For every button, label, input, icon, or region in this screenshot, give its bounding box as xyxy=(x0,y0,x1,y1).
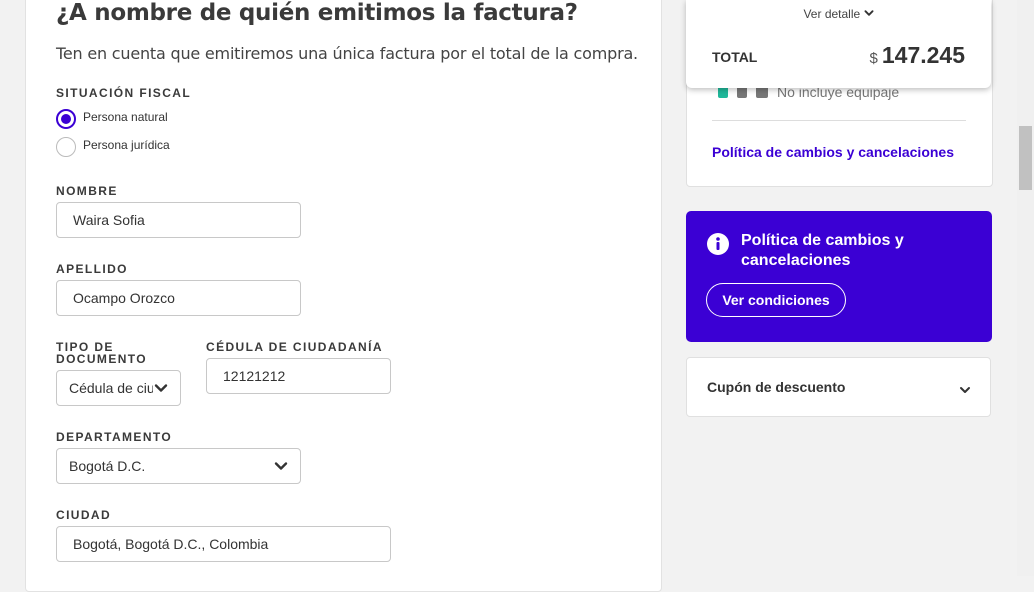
policy-card-title: Política de cambios y cancelaciones xyxy=(741,232,904,269)
coupon-label: Cupón de descuento xyxy=(707,379,846,395)
total-label: TOTAL xyxy=(712,49,758,65)
total-box: Ver detalle TOTAL $ 147.245 xyxy=(686,0,991,88)
chevron-down-icon xyxy=(274,462,288,470)
policy-link[interactable]: Política de cambios y cancelaciones xyxy=(712,144,954,160)
chevron-down-icon xyxy=(864,10,874,16)
invoice-form-subtitle: Ten en cuenta que emitiremos una única f… xyxy=(56,44,638,63)
ver-detalle-label: Ver detalle xyxy=(803,7,861,21)
total-value: 147.245 xyxy=(881,42,965,68)
ver-condiciones-button[interactable]: Ver condiciones xyxy=(706,283,846,317)
summary-divider xyxy=(712,120,966,121)
invoice-form-title: ¿A nombre de quién emitimos la factura? xyxy=(56,0,578,26)
departamento-value: Bogotá D.C. xyxy=(69,458,146,474)
coupon-accordion[interactable]: Cupón de descuento xyxy=(686,357,991,417)
fiscal-situation-label: SITUACIÓN FISCAL xyxy=(56,86,192,100)
radio-selected-indicator[interactable] xyxy=(56,109,76,129)
currency-symbol: $ xyxy=(869,50,878,67)
nombre-label: NOMBRE xyxy=(56,184,118,198)
tipo-documento-select[interactable]: Cédula de ciudadanía xyxy=(56,370,181,406)
apellido-input[interactable]: Ocampo Orozco xyxy=(56,280,301,316)
radio-persona-natural[interactable]: Persona natural xyxy=(56,109,168,129)
ciudad-label: CIUDAD xyxy=(56,508,112,522)
tipo-documento-label: TIPO DE DOCUMENTO xyxy=(56,340,148,366)
radio-label: Persona jurídica xyxy=(83,138,170,152)
scrollbar-thumb[interactable] xyxy=(1019,126,1032,190)
apellido-label: APELLIDO xyxy=(56,262,128,276)
chevron-down-icon xyxy=(960,387,970,393)
policy-card: Política de cambios y cancelaciones Ver … xyxy=(686,211,992,342)
chevron-down-icon xyxy=(154,384,168,392)
info-icon xyxy=(707,233,729,255)
departamento-select[interactable]: Bogotá D.C. xyxy=(56,448,301,484)
tipo-documento-value: Cédula de ciudadanía xyxy=(69,380,153,396)
cedula-label: CÉDULA DE CIUDADANÍA xyxy=(206,340,383,354)
departamento-label: DEPARTAMENTO xyxy=(56,430,173,444)
scrollbar-track[interactable] xyxy=(1017,0,1034,576)
cedula-input[interactable]: 12121212 xyxy=(206,358,391,394)
radio-unselected-indicator[interactable] xyxy=(56,137,76,157)
radio-label: Persona natural xyxy=(83,110,168,124)
radio-persona-juridica[interactable]: Persona jurídica xyxy=(56,137,170,157)
ciudad-input[interactable]: Bogotá, Bogotá D.C., Colombia xyxy=(56,526,391,562)
ver-detalle-link[interactable]: Ver detalle xyxy=(686,7,991,21)
nombre-input[interactable]: Waira Sofia xyxy=(56,202,301,238)
total-amount: $ 147.245 xyxy=(870,42,965,69)
